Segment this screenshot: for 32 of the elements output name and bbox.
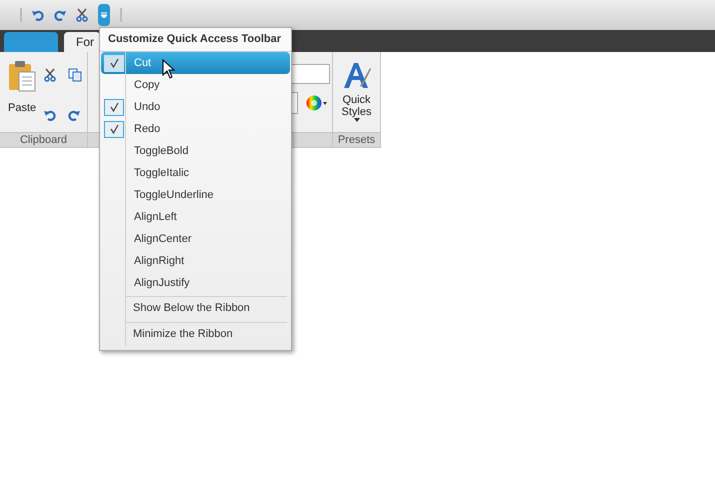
ribbon-tab[interactable]: For (64, 32, 100, 52)
menu-item[interactable]: ToggleBold (101, 140, 290, 162)
cut-icon[interactable] (76, 8, 88, 22)
customize-toolbar-button[interactable] (98, 4, 110, 26)
menu-item[interactable]: ToggleItalic (101, 162, 290, 184)
undo-icon[interactable] (44, 109, 56, 121)
menu-item[interactable]: ToggleUnderline (101, 184, 290, 206)
mouse-cursor-icon (162, 59, 175, 79)
color-wheel-icon[interactable] (306, 95, 328, 111)
group-label: Clipboard (0, 132, 87, 147)
letter-brush-icon (342, 60, 372, 90)
menu-item[interactable]: AlignRight (101, 250, 290, 272)
menu-item[interactable]: Minimize the Ribbon (100, 323, 286, 346)
redo-icon[interactable] (54, 9, 66, 21)
dropdown-icon (101, 12, 107, 18)
group-label: Presets (333, 132, 380, 147)
menu-item[interactable]: Undo (101, 96, 290, 118)
menu-item[interactable]: AlignLeft (101, 206, 290, 228)
menu-title: Customize Quick Access Toolbar (108, 32, 281, 48)
menu-item[interactable]: Show Below the Ribbon (100, 297, 286, 320)
caret-icon (354, 118, 360, 122)
quick-styles-button[interactable]: Quick Styles (333, 52, 380, 132)
menu-item[interactable]: Redo (101, 118, 290, 140)
menu-item[interactable]: Copy (101, 74, 290, 96)
menu-item[interactable]: AlignJustify (101, 272, 290, 294)
undo-icon[interactable] (32, 9, 44, 21)
cut-icon[interactable] (44, 68, 56, 82)
redo-icon[interactable] (68, 109, 80, 121)
copy-icon[interactable] (68, 68, 82, 82)
paste-button[interactable]: Paste (8, 60, 36, 132)
clipboard-icon (8, 60, 36, 92)
menu-item[interactable]: AlignCenter (101, 228, 290, 250)
